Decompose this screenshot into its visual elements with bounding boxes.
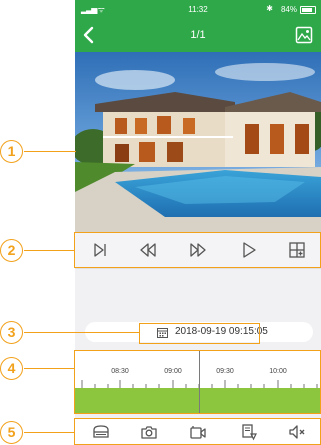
callout-4: 4 — [0, 357, 24, 381]
callout-leader — [24, 250, 74, 251]
battery-icon — [300, 6, 316, 14]
image-icon[interactable] — [295, 26, 313, 44]
callout-3: 3 — [0, 321, 24, 345]
status-bar: ▂▃▅ ᯤ 11:32 ✱ 84% — [75, 0, 321, 19]
callout-number: 4 — [0, 357, 23, 380]
callout-number: 5 — [0, 421, 23, 444]
callout-number: 3 — [0, 321, 23, 344]
highlight-box-timeline — [74, 350, 321, 414]
page-title: 1/1 — [190, 29, 206, 41]
callout-leader — [24, 332, 139, 333]
callout-1: 1 — [0, 140, 24, 164]
callout-number: 1 — [0, 140, 23, 163]
bluetooth-icon: ✱ — [266, 4, 273, 13]
callout-leader — [24, 368, 74, 369]
callout-leader — [24, 151, 76, 152]
callout-leader — [24, 432, 74, 433]
video-frame[interactable] — [75, 52, 321, 232]
callout-number: 2 — [0, 239, 23, 262]
highlight-box-date — [139, 323, 260, 344]
highlight-box-toolbar — [74, 418, 321, 445]
battery-percent: 84% — [280, 5, 297, 14]
callout-5: 5 — [0, 421, 24, 445]
highlight-box-controls — [74, 232, 321, 268]
callout-2: 2 — [0, 239, 24, 263]
nav-bar: 1/1 — [75, 19, 321, 52]
